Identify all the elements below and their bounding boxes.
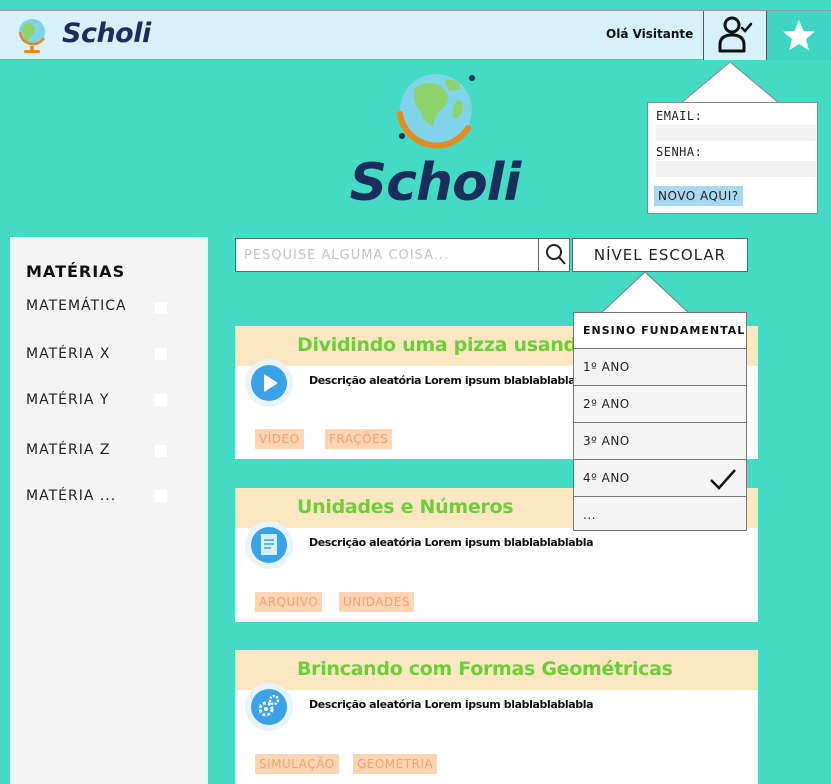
checkbox-materia-x[interactable] [155,348,167,360]
email-label: EMAIL: [656,109,703,123]
search-bar [235,238,570,272]
password-field[interactable] [656,161,816,177]
search-input[interactable] [244,246,524,264]
sidebar-item-materia-z[interactable]: MATÉRIA Z [26,442,110,458]
tag-video[interactable]: VÍDEO [255,429,304,449]
school-level-dropdown: ENSINO FUNDAMENTAL 1º ANO 2º ANO 3º ANO … [573,312,747,531]
sidebar-item-materia-x[interactable]: MATÉRIA X [26,346,110,362]
dropdown-item-4-ano[interactable]: 4º ANO [574,460,746,497]
card-description: Descrição aleatória Lorem ipsum blablabl… [309,374,594,387]
checkbox-materia-more[interactable] [155,490,167,502]
checkbox-materia-z[interactable] [155,445,167,457]
star-icon [783,20,815,51]
search-button[interactable] [538,239,571,271]
checkbox-materia-y[interactable] [155,394,167,406]
signup-link[interactable]: NOVO AQUI? [654,186,743,206]
globe-logo-icon[interactable] [12,15,52,55]
card-description: Descrição aleatória Lorem ipsum blablabl… [309,536,594,549]
dropdown-item-3-ano[interactable]: 3º ANO [574,423,746,460]
favorites-button[interactable] [767,11,831,60]
sidebar: MATÉRIAS MATEMÁTICA MATÉRIA X MATÉRIA Y … [10,237,208,784]
checkbox-matematica[interactable] [155,302,167,314]
card-icon-wrap [245,521,293,569]
tag-geometria[interactable]: GEOMETRIA [353,754,438,774]
school-level-button[interactable]: NÍVEL ESCOLAR [572,238,748,272]
content-card[interactable]: Brincando com Formas Geométricas Descriç… [235,650,758,784]
sidebar-item-matematica[interactable]: MATEMÁTICA [26,298,127,314]
dropdown-item-1-ano[interactable]: 1º ANO [574,349,746,386]
document-icon [251,527,287,563]
dropdown-header: ENSINO FUNDAMENTAL [574,313,746,349]
hero-logo: Scholi [350,74,524,210]
play-icon [251,365,287,401]
user-button[interactable] [703,11,767,60]
gears-icon [251,689,287,725]
search-icon [546,244,566,265]
card-icon-wrap [245,683,293,731]
brand-name[interactable]: Scholi [62,18,151,49]
dropdown-item-2-ano[interactable]: 2º ANO [574,386,746,423]
sidebar-item-materia-y[interactable]: MATÉRIA Y [26,392,109,408]
checkmark-icon [710,469,736,490]
tag-simulacao[interactable]: SIMULAÇÃO [255,754,339,774]
login-popover: EMAIL: SENHA: NOVO AQUI? [647,102,818,214]
user-check-icon [718,16,753,53]
greeting-text: Olá Visitante [606,27,694,41]
login-popover-arrow [680,62,780,104]
sidebar-item-materia-more[interactable]: MATÉRIA ... [26,488,116,504]
tag-arquivo[interactable]: ARQUIVO [255,592,323,612]
dropdown-item-label: 4º ANO [583,471,630,485]
dropdown-item-more[interactable]: ... [574,497,746,534]
card-icon-wrap [245,359,293,407]
sidebar-title: MATÉRIAS [26,262,126,281]
password-label: SENHA: [656,145,703,159]
card-description: Descrição aleatória Lorem ipsum blablabl… [309,698,594,711]
globe-icon [397,74,475,149]
top-bar: Scholi Olá Visitante [0,10,831,60]
card-title[interactable]: Unidades e Números [297,496,514,518]
tag-fracoes[interactable]: FRAÇÕES [325,429,393,449]
card-title[interactable]: Brincando com Formas Geométricas [297,658,673,680]
dropdown-arrow [600,272,690,314]
email-field[interactable] [656,125,816,141]
hero-brand-text: Scholi [350,153,523,210]
tag-unidades[interactable]: UNIDADES [339,592,414,612]
